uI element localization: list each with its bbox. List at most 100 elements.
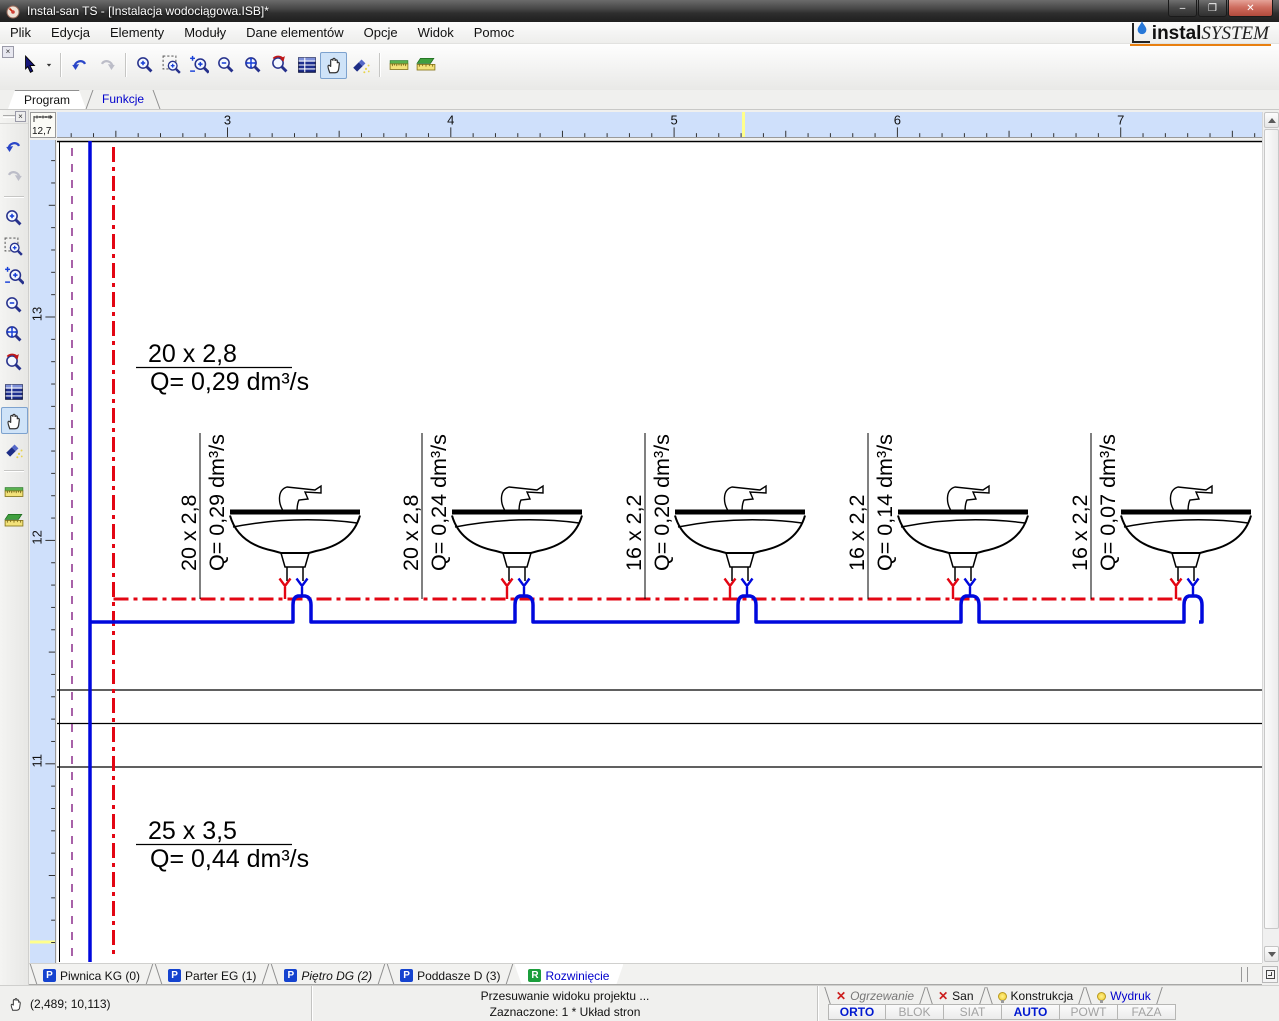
ruler-unit-box: 12,7	[30, 112, 56, 138]
undo-icon[interactable]	[66, 52, 93, 79]
toolbar-separator	[379, 53, 380, 77]
highlight-torch-icon[interactable]	[347, 52, 374, 79]
scroll-up-icon[interactable]	[1264, 112, 1279, 128]
select-cursor-icon[interactable]	[16, 52, 43, 79]
redo-icon[interactable]	[1, 162, 28, 189]
tab-edge	[387, 964, 394, 984]
scroll-down-icon[interactable]	[1264, 946, 1279, 962]
tab-edge	[146, 964, 153, 984]
menu-opcje[interactable]: Opcje	[354, 22, 408, 43]
svg-text:4: 4	[447, 113, 454, 128]
zoom-previous-icon[interactable]	[266, 52, 293, 79]
undo-icon[interactable]	[1, 133, 28, 160]
sheet-tab-piwnica-kg-0-[interactable]: PPiwnica KG (0)	[29, 964, 154, 984]
menu-moduy[interactable]: Moduły	[174, 22, 236, 43]
mode-button-auto[interactable]: AUTO	[1002, 1004, 1060, 1020]
mode-button-siat[interactable]: SIAT	[944, 1004, 1002, 1020]
mode-button-blok[interactable]: BLOK	[886, 1004, 944, 1020]
layer-tab-ogrzewanie[interactable]: ✕Ogrzewanie	[824, 987, 926, 1004]
left-toolbar-close-icon[interactable]: ×	[15, 111, 26, 122]
sheet-tab-label: Piętro DG (2)	[301, 969, 372, 983]
zoom-out-icon[interactable]	[1, 291, 28, 318]
development-sheet-icon: R	[528, 969, 541, 982]
close-button[interactable]: ✕	[1228, 0, 1273, 17]
washbasin-symbol[interactable]	[1121, 486, 1251, 599]
sheet-tab-pi-tro-dg-2-[interactable]: PPiętro DG (2)	[270, 964, 386, 984]
mode-button-faza[interactable]: FAZA	[1118, 1004, 1176, 1020]
zoom-plus-minus-icon[interactable]	[1, 262, 28, 289]
dropdown-caret-icon[interactable]	[43, 52, 55, 79]
layer-tab-label: Ogrzewanie	[850, 989, 914, 1003]
pan-hand-icon[interactable]	[320, 52, 347, 79]
layer-tab-konstrukcja[interactable]: Konstrukcja	[986, 987, 1086, 1004]
vertical-scroll-thumb[interactable]	[1264, 129, 1279, 929]
restore-button[interactable]: ❐	[1198, 0, 1227, 17]
toolbar-grip[interactable]	[3, 115, 15, 118]
washbasin-symbol[interactable]	[898, 486, 1028, 599]
svg-text:3: 3	[224, 113, 231, 128]
pipe-flow-label: Q= 0,07 dm³/s	[1096, 434, 1120, 571]
sheet-tab-label: Piwnica KG (0)	[60, 969, 140, 983]
zoom-extents-icon[interactable]	[239, 52, 266, 79]
sheet-tab-rozwini-cie[interactable]: R Rozwinięcie	[514, 964, 623, 984]
washbasin-symbol[interactable]	[675, 486, 805, 599]
pan-hand-icon[interactable]	[1, 407, 28, 434]
data-table-icon[interactable]	[293, 52, 320, 79]
ruler-icon[interactable]	[385, 52, 412, 79]
plan-sheet-icon: P	[400, 969, 413, 982]
tab-edge	[506, 964, 513, 984]
sheet-tab-label: Rozwinięcie	[545, 969, 609, 983]
zoom-in-icon[interactable]	[1, 204, 28, 231]
pipe-dimension-label: 16 x 2,2	[1068, 495, 1092, 572]
minimize-button[interactable]: –	[1168, 0, 1197, 17]
riser-dimension-label: 20 x 2,8	[148, 340, 237, 368]
data-table-icon[interactable]	[1, 378, 28, 405]
drawing-canvas[interactable]: 20 x 2,8Q= 0,29 dm³/s20 x 2,8Q= 0,24 dm³…	[57, 140, 1263, 963]
status-line-2: Zaznaczone: 1 * Układ stron	[490, 1004, 641, 1020]
mode-button-powt[interactable]: POWT	[1060, 1004, 1118, 1020]
zoom-previous-icon[interactable]	[1, 349, 28, 376]
horizontal-ruler[interactable]: 34567	[57, 112, 1263, 138]
menu-plik[interactable]: Plik	[0, 22, 41, 43]
page-layout-button[interactable]	[1262, 966, 1278, 983]
svg-text:5: 5	[670, 113, 677, 128]
tab-program[interactable]: Program	[8, 90, 86, 109]
menu-pomoc[interactable]: Pomoc	[464, 22, 524, 43]
zoom-out-icon[interactable]	[212, 52, 239, 79]
zoom-extents-icon[interactable]	[1, 320, 28, 347]
toolbar-close-icon[interactable]: ×	[2, 46, 14, 58]
zoom-window-icon[interactable]	[1, 233, 28, 260]
ruler-scale-icon[interactable]	[412, 52, 439, 79]
left-toolbar: ×	[0, 110, 29, 985]
menu-widok[interactable]: Widok	[408, 22, 464, 43]
washbasin-symbol[interactable]	[230, 486, 360, 599]
tab-edge	[926, 987, 933, 1004]
washbasin-symbol[interactable]	[452, 486, 582, 599]
ruler-icon[interactable]	[1, 478, 28, 505]
menu-daneelementw[interactable]: Dane elementów	[236, 22, 354, 43]
layer-tab-san[interactable]: ✕San	[926, 987, 985, 1004]
sheet-tab-parter-eg-1-[interactable]: PParter EG (1)	[154, 964, 270, 984]
zoom-plus-minus-icon[interactable]	[185, 52, 212, 79]
menu-edycja[interactable]: Edycja	[41, 22, 100, 43]
sheet-tab-poddasze-d-3-[interactable]: PPoddasze D (3)	[386, 964, 514, 984]
redo-icon[interactable]	[93, 52, 120, 79]
tab-label: Program	[24, 93, 70, 107]
ruler-unit-icon	[32, 114, 54, 124]
mode-button-orto[interactable]: ORTO	[828, 1004, 886, 1020]
ruler-scale-icon[interactable]	[1, 507, 28, 534]
layer-tab-wydruk[interactable]: Wydruk	[1085, 987, 1163, 1004]
vertical-scrollbar[interactable]	[1262, 112, 1279, 963]
layer-off-icon: ✕	[938, 991, 948, 1001]
pipe-dimension-label: 16 x 2,2	[622, 495, 646, 572]
highlight-torch-icon[interactable]	[1, 436, 28, 463]
tab-funkcje[interactable]: Funkcje	[86, 90, 160, 109]
horizontal-scroll-grip[interactable]	[1241, 967, 1248, 982]
sheet-tab-label: Parter EG (1)	[185, 969, 256, 983]
menu-elementy[interactable]: Elementy	[100, 22, 174, 43]
tab-edge	[155, 964, 162, 984]
zoom-window-icon[interactable]	[158, 52, 185, 79]
menu-bar: PlikEdycjaElementyModułyDane elementówOp…	[0, 22, 1279, 44]
zoom-in-icon[interactable]	[131, 52, 158, 79]
vertical-ruler[interactable]: 131211	[30, 140, 56, 963]
